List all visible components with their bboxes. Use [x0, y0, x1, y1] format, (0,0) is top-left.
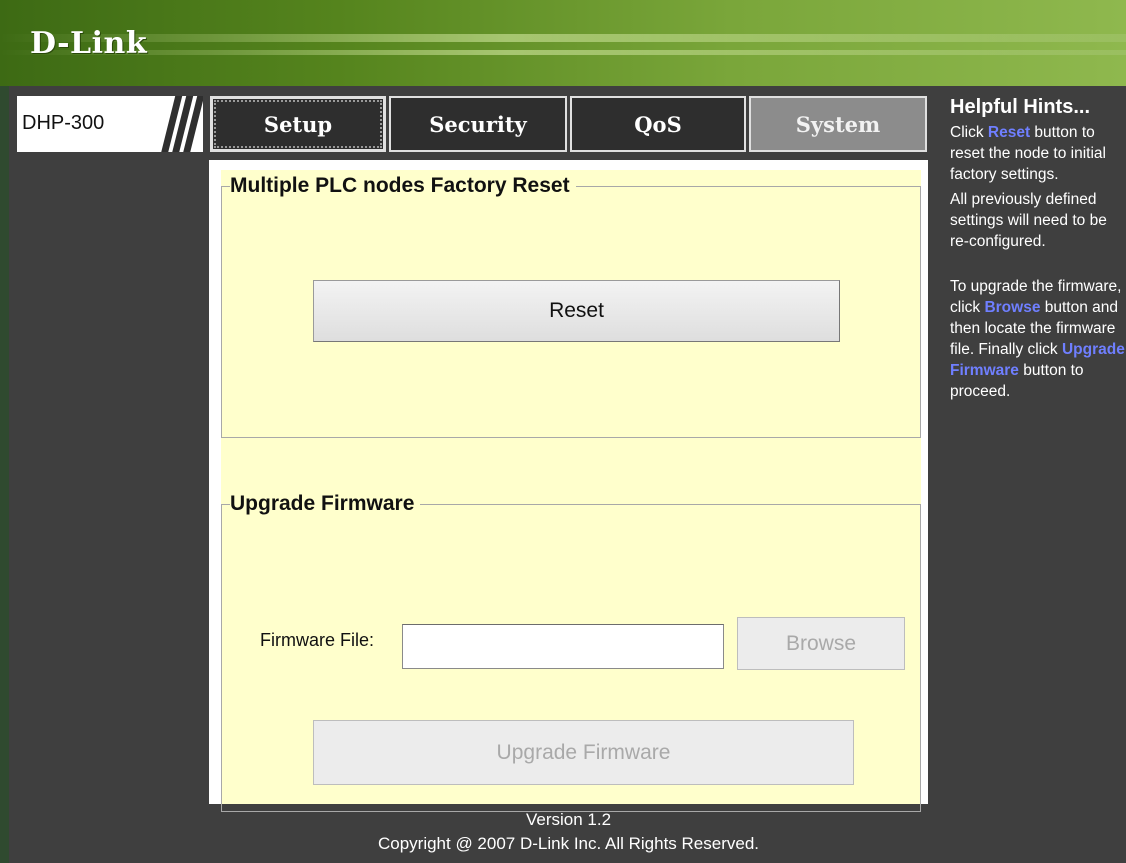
hint-keyword-browse: Browse — [984, 299, 1041, 316]
header-streak — [0, 34, 1126, 42]
factory-reset-legend: Multiple PLC nodes Factory Reset — [230, 174, 570, 197]
reset-button[interactable]: Reset — [313, 280, 840, 342]
tab-security[interactable]: Security — [389, 96, 567, 152]
hint-keyword-reset: Reset — [987, 124, 1031, 141]
dlink-logo: D-Link — [30, 26, 148, 61]
left-edge-strip — [0, 86, 9, 863]
helpful-hints-panel: Helpful Hints... Click Reset button to r… — [950, 96, 1126, 402]
hint-upgrade: To upgrade the firmware, click Browse bu… — [950, 276, 1126, 402]
firmware-file-label: Firmware File: — [260, 630, 375, 650]
header-streak — [0, 50, 1126, 55]
header-banner: D-Link — [0, 0, 1126, 86]
upgrade-firmware-button[interactable]: Upgrade Firmware — [313, 720, 854, 785]
model-badge: DHP-300 — [17, 96, 203, 152]
tab-qos[interactable]: QoS — [570, 96, 746, 152]
browse-button[interactable]: Browse — [737, 617, 905, 670]
hint-reconfigure: All previously defined settings will nee… — [950, 191, 1107, 250]
factory-reset-section: Multiple PLC nodes Factory Reset Reset — [221, 174, 921, 438]
content-inner: Multiple PLC nodes Factory Reset Reset U… — [221, 170, 921, 812]
helpful-hints-title: Helpful Hints... — [950, 96, 1090, 118]
model-label: DHP-300 — [22, 112, 105, 134]
upgrade-firmware-legend: Upgrade Firmware — [230, 492, 415, 515]
tab-system[interactable]: System — [749, 96, 927, 152]
hint-reset: Click Reset button to reset the node to … — [950, 122, 1126, 185]
tab-setup[interactable]: Setup — [210, 96, 386, 152]
upgrade-firmware-section: Upgrade Firmware Firmware File: Browse U… — [221, 492, 921, 812]
hint-text: Click — [950, 124, 988, 141]
firmware-file-input[interactable] — [402, 624, 724, 669]
content-panel: Multiple PLC nodes Factory Reset Reset U… — [209, 160, 928, 812]
copyright-text: Copyright @ 2007 D-Link Inc. All Rights … — [377, 834, 760, 853]
version-text: Version 1.2 — [525, 810, 612, 829]
